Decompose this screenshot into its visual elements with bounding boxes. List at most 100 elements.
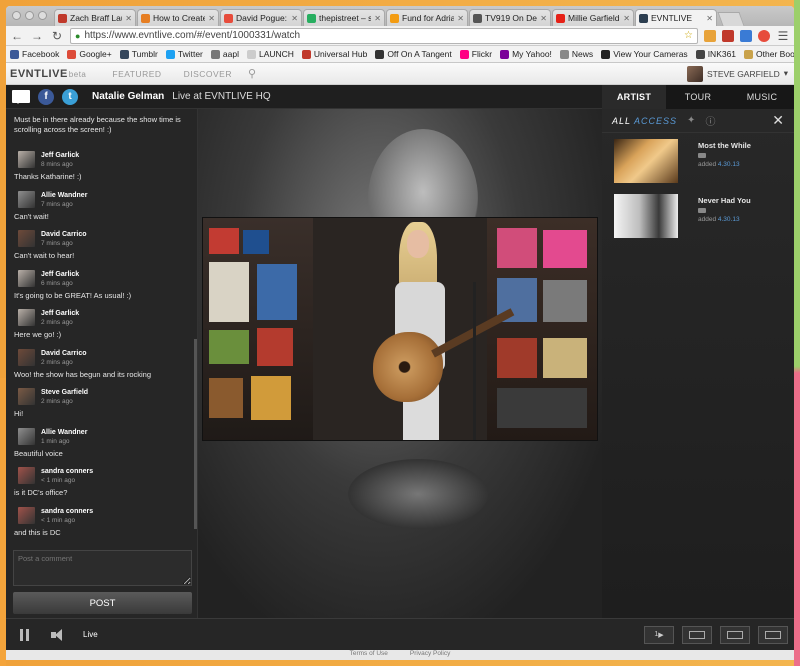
avatar[interactable] [18,269,35,287]
video-thumbnail[interactable] [614,139,678,183]
bookmark-item[interactable]: INK361 [695,49,736,59]
avatar[interactable] [18,467,35,484]
layout-split-button[interactable] [682,625,712,644]
video-item[interactable]: Never Had You added 4.30.13 [602,188,794,243]
close-icon[interactable]: ✕ [623,14,630,23]
video-item[interactable]: Most the While added 4.30.13 [602,133,794,188]
bookmark-item[interactable]: LAUNCH [246,49,294,59]
address-bar[interactable]: ● https://www.evntlive.com/#/event/10003… [70,27,698,44]
twitter-icon[interactable]: ✦ [687,115,695,126]
chat-author[interactable]: Jeff Garlick [41,309,79,318]
chat-author[interactable]: Allie Wandner [41,191,87,200]
wrench-icon[interactable]: ☰ [776,29,790,43]
record-sleeve [257,264,297,320]
bookmark-item[interactable]: Twitter [165,49,203,59]
chat-author[interactable]: sandra conners [41,507,93,516]
avatar[interactable] [18,506,35,524]
chat-scrollbar[interactable] [194,339,197,529]
browser-tab[interactable]: Millie Garfield – You✕ [552,9,634,26]
close-icon[interactable]: ✕ [208,14,215,23]
comment-input[interactable] [13,550,192,586]
video-title[interactable]: Most the While [698,141,751,150]
browser-tab[interactable]: TV919 On Demand✕ [469,9,551,26]
chat-author[interactable]: Steve Garfield [41,388,88,397]
twitter-icon[interactable]: t [62,88,78,105]
chat-icon[interactable] [12,90,30,104]
browser-tab[interactable]: David Pogue: 10 top✕ [220,9,302,26]
extension-icon[interactable] [722,29,734,42]
browser-tab[interactable]: Zach Braff Launches✕ [54,9,136,26]
artist-name[interactable]: Natalie Gelman [92,91,164,102]
bookmark-item[interactable]: News [559,49,593,59]
pinterest-icon[interactable] [758,29,770,42]
live-video[interactable] [202,217,598,441]
avatar[interactable] [18,151,35,168]
bookmark-item[interactable]: Off On A Tangent [375,49,452,59]
close-window-button[interactable] [12,11,21,20]
privacy-link[interactable]: Privacy Policy [410,650,450,660]
avatar[interactable] [18,190,35,208]
browser-tab[interactable]: How to Create a Vir✕ [137,9,219,26]
avatar[interactable] [18,230,35,247]
chat-author[interactable]: Allie Wandner [41,428,87,437]
reload-icon[interactable]: ↻ [50,29,64,43]
bookmark-item[interactable]: Tumblr [119,49,158,59]
tab-music[interactable]: MUSIC [730,85,794,109]
browser-tab[interactable]: EVNTLIVE ✕ [635,9,717,26]
chat-message: Jeff Garlick 6 mins ago It's going to be G… [6,266,197,306]
close-icon[interactable]: ✕ [291,14,298,23]
bookmark-item[interactable]: My Yahoo! [500,49,552,59]
chat-author[interactable]: sandra conners [41,467,93,476]
avatar[interactable] [18,309,35,326]
terms-link[interactable]: Terms of Use [350,650,388,660]
extension-icon[interactable] [704,29,716,42]
pause-icon[interactable] [20,628,29,641]
minimize-window-button[interactable] [25,11,34,20]
search-icon[interactable]: ⚲ [248,67,256,80]
volume-icon[interactable] [51,628,65,641]
bookmark-item[interactable]: Google+ [67,49,112,59]
nav-featured[interactable]: FEATURED [112,69,161,79]
fullscreen-button[interactable] [758,625,788,644]
video-title[interactable]: Never Had You [698,196,751,205]
new-tab-button[interactable] [717,12,745,26]
post-button[interactable]: POST [13,592,192,614]
chat-author[interactable]: Jeff Garlick [41,270,79,279]
bookmark-item[interactable]: Flickr [459,49,492,59]
avatar[interactable] [18,427,35,445]
chat-author[interactable]: David Carrico [41,349,87,358]
chat-timestamp: 7 mins ago [41,200,73,208]
tab-artist[interactable]: ARTIST [602,85,666,109]
close-icon[interactable]: ✕ [457,14,464,23]
close-icon[interactable]: ✕ [772,112,784,129]
avatar[interactable] [18,348,35,366]
tab-tour[interactable]: TOUR [666,85,730,109]
zoom-window-button[interactable] [38,11,47,20]
info-icon[interactable]: ⓘ [705,113,715,128]
chat-author[interactable]: David Carrico [41,230,87,239]
other-bookmarks[interactable]: Other Bookmarks [744,49,794,59]
layout-wide-button[interactable] [720,625,750,644]
bookmark-item[interactable]: Facebook [10,49,59,59]
close-icon[interactable]: ✕ [374,14,381,23]
site-logo[interactable]: EVNTLIVEbeta [10,68,86,80]
bookmark-item[interactable]: Universal Hub [301,49,367,59]
bookmark-item[interactable]: aapl [210,49,239,59]
extension-icon[interactable] [740,29,752,42]
video-thumbnail[interactable] [614,194,678,238]
back-arrow-icon[interactable]: ← [10,29,24,43]
close-icon[interactable]: ✕ [125,14,132,23]
facebook-icon[interactable]: f [38,88,54,105]
camera-button[interactable]: 1 ▶ [644,625,674,644]
forward-arrow-icon[interactable]: → [30,29,44,43]
avatar[interactable] [18,388,35,405]
nav-discover[interactable]: DISCOVER [184,69,232,79]
close-icon[interactable]: ✕ [540,14,547,23]
browser-tab[interactable]: thepistreet – socials✕ [303,9,385,26]
close-icon[interactable]: ✕ [706,14,713,23]
user-menu[interactable]: STEVE GARFIELD ▾ [686,65,794,82]
star-icon[interactable]: ☆ [684,30,693,41]
browser-tab[interactable]: Fund for Adrianne H✕ [386,9,468,26]
chat-author[interactable]: Jeff Garlick [41,151,79,160]
bookmark-item[interactable]: View Your Cameras [601,49,688,59]
